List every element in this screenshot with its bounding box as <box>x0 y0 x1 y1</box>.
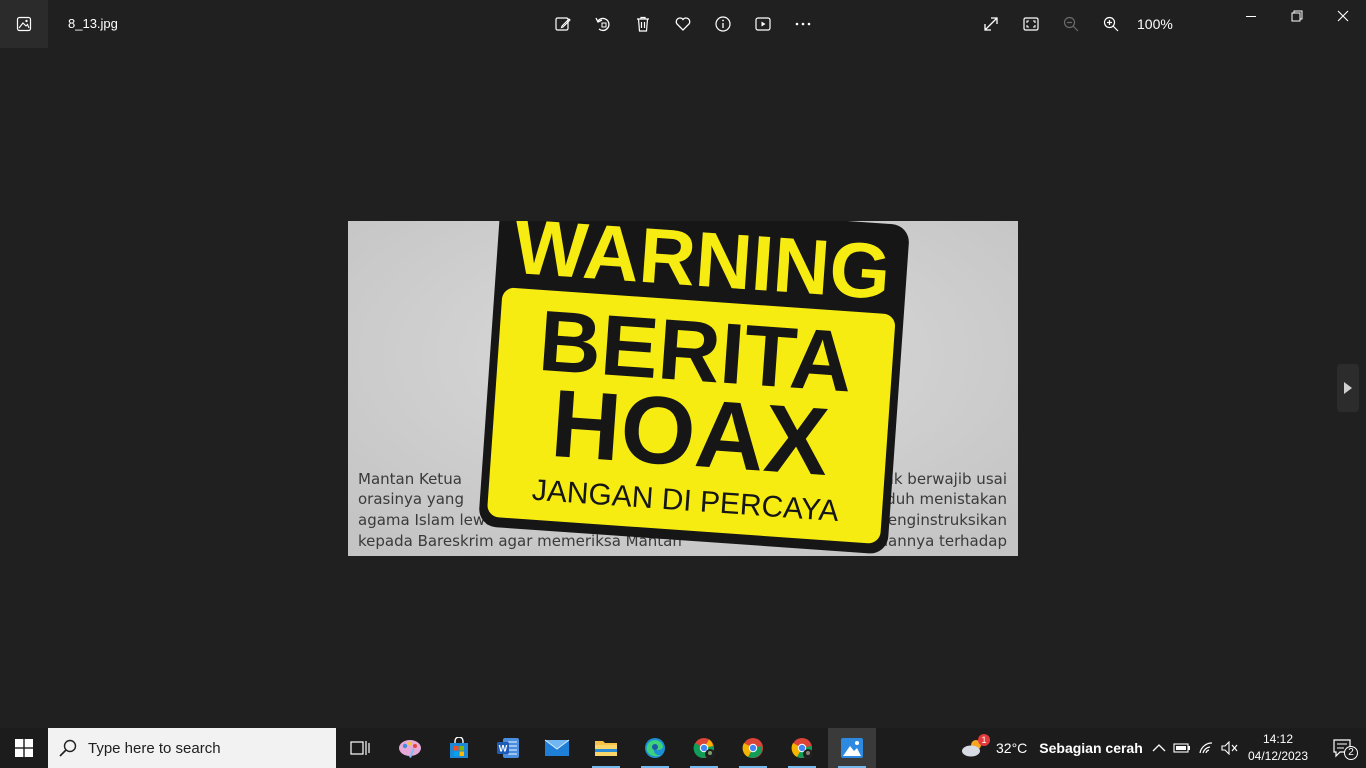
chrome-icon <box>693 738 715 759</box>
full-screen-icon[interactable] <box>979 12 1003 36</box>
favorite-icon[interactable] <box>671 12 695 36</box>
bg-text-1: Mantan Ketua <box>358 470 462 488</box>
edit-icon[interactable] <box>551 12 575 36</box>
rotate-icon[interactable] <box>591 12 615 36</box>
start-button[interactable] <box>0 728 48 768</box>
notification-center-button[interactable]: 2 <box>1320 728 1366 768</box>
taskbar-search[interactable]: Type here to search <box>48 728 336 768</box>
taskbar-chrome-profile[interactable] <box>680 728 728 768</box>
word-icon: W <box>497 738 519 758</box>
weather-temp: 32°C <box>996 740 1028 756</box>
paint-3d-icon <box>399 740 421 758</box>
volume-muted-icon[interactable] <box>1220 738 1240 758</box>
restore-icon[interactable] <box>1282 4 1312 28</box>
taskbar: Type here to search W 1 32°C Sebagian ce… <box>0 728 1366 768</box>
chrome-icon-3 <box>791 738 813 759</box>
windows-logo-icon <box>15 739 33 757</box>
photos-app-icon[interactable] <box>0 0 48 48</box>
weather-icon: 1 <box>960 734 990 760</box>
taskbar-mail[interactable] <box>533 728 581 768</box>
taskbar-file-explorer[interactable] <box>582 728 630 768</box>
weather-badge: 1 <box>978 734 990 746</box>
task-view-icon <box>350 741 370 755</box>
bg-text-3: orasinya yang <box>358 490 464 508</box>
file-name: 8_13.jpg <box>68 16 118 31</box>
bg-text-2: nak berwajib usai <box>875 470 1007 488</box>
taskbar-photos[interactable] <box>828 728 876 768</box>
taskbar-chrome[interactable] <box>729 728 777 768</box>
chevron-right-icon <box>1344 382 1352 394</box>
battery-icon[interactable] <box>1172 738 1192 758</box>
zoom-out-icon[interactable] <box>1059 12 1083 36</box>
clock-date: 04/12/2023 <box>1247 749 1309 763</box>
delete-icon[interactable] <box>631 12 655 36</box>
svg-text:W: W <box>499 744 508 754</box>
displayed-photo: Mantan Ketua nak berwajib usai orasinya … <box>348 221 1018 556</box>
taskbar-word[interactable]: W <box>484 728 532 768</box>
taskbar-paint3d[interactable] <box>386 728 434 768</box>
store-icon <box>450 737 468 758</box>
clock-time: 14:12 <box>1262 732 1294 746</box>
warning-sign: WARNING BERITA HOAX JANGAN DI PERCAYA <box>479 221 909 554</box>
more-icon[interactable] <box>791 12 815 36</box>
weather-desc: Sebagian cerah <box>1039 740 1143 756</box>
taskbar-clock[interactable]: 14:12 04/12/2023 <box>1240 731 1316 765</box>
slideshow-icon[interactable] <box>751 12 775 36</box>
zoom-level[interactable]: 100% <box>1137 16 1173 32</box>
taskbar-store[interactable] <box>435 728 483 768</box>
wifi-icon[interactable] <box>1197 738 1217 758</box>
title-bar: 8_13.jpg 100% <box>0 0 1366 48</box>
mail-icon <box>544 739 570 756</box>
bg-text-6: menginstruksikan <box>873 511 1007 529</box>
fit-to-window-icon[interactable] <box>1019 12 1043 36</box>
taskbar-edge[interactable] <box>631 728 679 768</box>
notification-icon: 2 <box>1332 738 1358 760</box>
search-icon <box>59 739 77 757</box>
weather-widget[interactable]: 1 32°C Sebagian cerah <box>960 728 1143 768</box>
folder-icon <box>595 741 617 756</box>
chrome-icon-2 <box>742 738 763 758</box>
close-icon[interactable] <box>1328 4 1358 28</box>
next-image-button[interactable] <box>1337 364 1359 412</box>
zoom-in-icon[interactable] <box>1099 12 1123 36</box>
chevron-up-icon[interactable] <box>1149 738 1169 758</box>
bg-text-8: uhannya terhadap <box>869 532 1007 550</box>
search-placeholder: Type here to search <box>88 739 221 757</box>
taskbar-chrome-profile-2[interactable] <box>778 728 826 768</box>
notification-count: 2 <box>1344 746 1358 760</box>
task-view-button[interactable] <box>336 728 384 768</box>
info-icon[interactable] <box>711 12 735 36</box>
photos-icon <box>841 738 863 758</box>
edge-icon <box>645 738 665 758</box>
minimize-icon[interactable] <box>1236 4 1266 28</box>
bg-text-5: agama Islam lewat <box>358 511 500 529</box>
